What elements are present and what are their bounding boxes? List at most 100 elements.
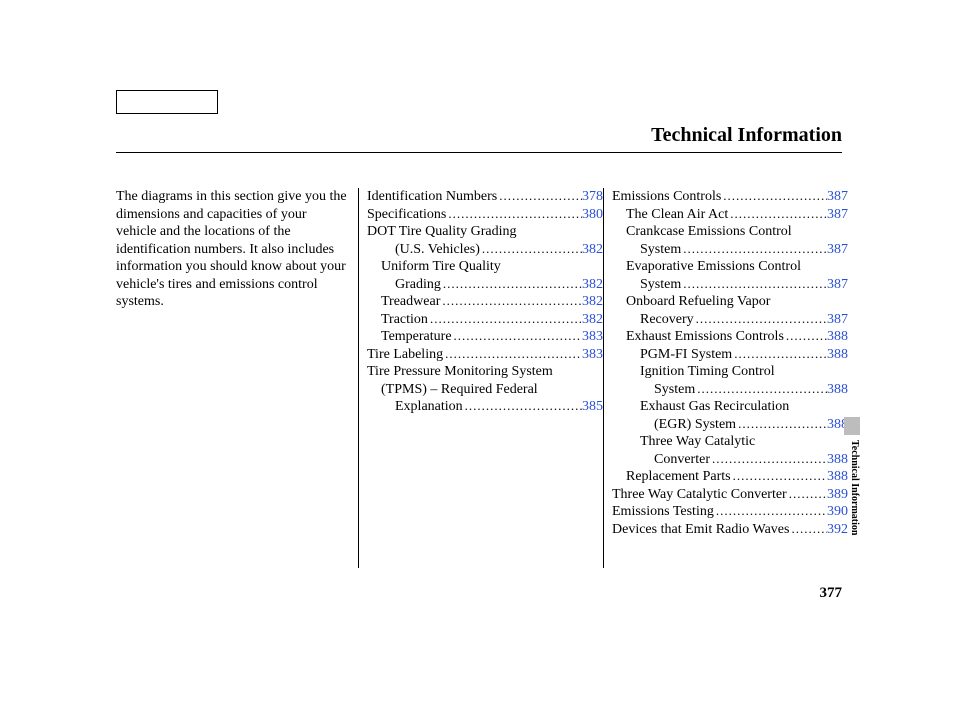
toc-column-1: Identification Numbers..................… <box>367 188 603 568</box>
toc-dots: ........................................… <box>681 241 827 257</box>
toc-dots: ........................................… <box>428 311 582 327</box>
toc-entry[interactable]: System..................................… <box>612 381 848 399</box>
content-area: The diagrams in this section give you th… <box>116 188 848 568</box>
header-box <box>116 90 218 114</box>
toc-page-link[interactable]: 382 <box>582 293 603 311</box>
toc-entry[interactable]: Identification Numbers..................… <box>367 188 603 206</box>
toc-dots: ........................................… <box>731 468 827 484</box>
toc-page-link[interactable]: 387 <box>827 311 848 329</box>
title-rule <box>116 152 842 153</box>
toc-dots: ........................................… <box>694 311 827 327</box>
toc-dots: ........................................… <box>728 206 827 222</box>
side-tab <box>844 417 860 435</box>
page-title: Technical Information <box>651 124 842 147</box>
toc-dots: ........................................… <box>463 398 582 414</box>
toc-entry[interactable]: System..................................… <box>612 241 848 259</box>
toc-label: Treadwear <box>381 293 440 311</box>
page-number: 377 <box>820 585 843 602</box>
toc-dots: ........................................… <box>480 241 582 257</box>
toc-entry[interactable]: Grading.................................… <box>367 276 603 294</box>
toc-page-link[interactable]: 385 <box>582 398 603 416</box>
toc-label: System <box>640 276 681 294</box>
toc-entry[interactable]: PGM-FI System...........................… <box>612 346 848 364</box>
toc-dots: ........................................… <box>441 276 582 292</box>
toc-page-link[interactable]: 388 <box>827 346 848 364</box>
toc-dots: ........................................… <box>446 206 582 222</box>
toc-dots: ........................................… <box>695 381 827 397</box>
toc-entry[interactable]: Explanation.............................… <box>367 398 603 416</box>
toc-entry[interactable]: Exhaust Emissions Controls..............… <box>612 328 848 346</box>
toc-page-link[interactable]: 382 <box>582 311 603 329</box>
toc-label: Identification Numbers <box>367 188 497 206</box>
toc-label: Converter <box>654 451 710 469</box>
toc-entry: DOT Tire Quality Grading <box>367 223 603 241</box>
toc-dots: ........................................… <box>443 346 582 362</box>
toc-dots: ........................................… <box>681 276 827 292</box>
toc-page-link[interactable]: 382 <box>582 276 603 294</box>
toc-page-link[interactable]: 383 <box>582 346 603 364</box>
toc-entry: Tire Pressure Monitoring System <box>367 363 603 381</box>
toc-entry: Three Way Catalytic <box>612 433 848 451</box>
toc-entry[interactable]: System..................................… <box>612 276 848 294</box>
toc-entry[interactable]: (EGR) System............................… <box>612 416 848 434</box>
toc-dots: ........................................… <box>736 416 827 432</box>
toc-page-link[interactable]: 388 <box>827 381 848 399</box>
toc-entry[interactable]: Recovery................................… <box>612 311 848 329</box>
toc-entry[interactable]: Replacement Parts.......................… <box>612 468 848 486</box>
toc-page-link[interactable]: 387 <box>827 206 848 224</box>
toc-label: Tire Labeling <box>367 346 443 364</box>
toc-label: Recovery <box>640 311 694 329</box>
toc-entry[interactable]: Treadwear...............................… <box>367 293 603 311</box>
toc-label: Explanation <box>395 398 463 416</box>
toc-entry: Crankcase Emissions Control <box>612 223 848 241</box>
toc-entry: Ignition Timing Control <box>612 363 848 381</box>
toc-dots: ........................................… <box>714 503 827 519</box>
toc-entry[interactable]: Tire Labeling...........................… <box>367 346 603 364</box>
toc-label: System <box>654 381 695 399</box>
toc-label: PGM-FI System <box>640 346 732 364</box>
toc-page-link[interactable]: 387 <box>827 188 848 206</box>
toc-dots: ........................................… <box>721 188 827 204</box>
side-section-label: Technical Information <box>844 440 860 570</box>
toc-page-link[interactable]: 382 <box>582 241 603 259</box>
toc-entry[interactable]: (U.S. Vehicles).........................… <box>367 241 603 259</box>
toc-label: Temperature <box>381 328 452 346</box>
toc-label: (U.S. Vehicles) <box>395 241 480 259</box>
toc-label: Devices that Emit Radio Waves <box>612 521 789 539</box>
toc-dots: ........................................… <box>789 521 827 537</box>
toc-entry[interactable]: Traction................................… <box>367 311 603 329</box>
toc-entry[interactable]: Specifications..........................… <box>367 206 603 224</box>
toc-entry[interactable]: Devices that Emit Radio Waves...........… <box>612 521 848 539</box>
toc-page-link[interactable]: 387 <box>827 241 848 259</box>
toc-dots: ........................................… <box>497 188 582 204</box>
toc-label: Grading <box>395 276 441 294</box>
toc-label: Three Way Catalytic Converter <box>612 486 787 504</box>
toc-entry[interactable]: Emissions Controls......................… <box>612 188 848 206</box>
column-divider-1 <box>358 188 359 568</box>
toc-entry[interactable]: The Clean Air Act.......................… <box>612 206 848 224</box>
toc-entry: Evaporative Emissions Control <box>612 258 848 276</box>
toc-dots: ........................................… <box>732 346 827 362</box>
toc-page-link[interactable]: 380 <box>582 206 603 224</box>
toc-dots: ........................................… <box>710 451 827 467</box>
toc-entry: Exhaust Gas Recirculation <box>612 398 848 416</box>
toc-entry[interactable]: Three Way Catalytic Converter...........… <box>612 486 848 504</box>
toc-dots: ........................................… <box>452 328 582 344</box>
toc-label: The Clean Air Act <box>626 206 728 224</box>
toc-column-2: Emissions Controls......................… <box>612 188 848 568</box>
column-divider-2 <box>603 188 604 568</box>
toc-label: Specifications <box>367 206 446 224</box>
toc-label: (EGR) System <box>654 416 736 434</box>
toc-entry: (TPMS) – Required Federal <box>367 381 603 399</box>
toc-page-link[interactable]: 378 <box>582 188 603 206</box>
toc-page-link[interactable]: 383 <box>582 328 603 346</box>
toc-page-link[interactable]: 388 <box>827 328 848 346</box>
toc-entry[interactable]: Temperature.............................… <box>367 328 603 346</box>
toc-dots: ........................................… <box>787 486 827 502</box>
toc-label: Emissions Testing <box>612 503 714 521</box>
toc-entry: Uniform Tire Quality <box>367 258 603 276</box>
toc-entry[interactable]: Emissions Testing.......................… <box>612 503 848 521</box>
toc-label: System <box>640 241 681 259</box>
toc-entry[interactable]: Converter...............................… <box>612 451 848 469</box>
toc-page-link[interactable]: 387 <box>827 276 848 294</box>
